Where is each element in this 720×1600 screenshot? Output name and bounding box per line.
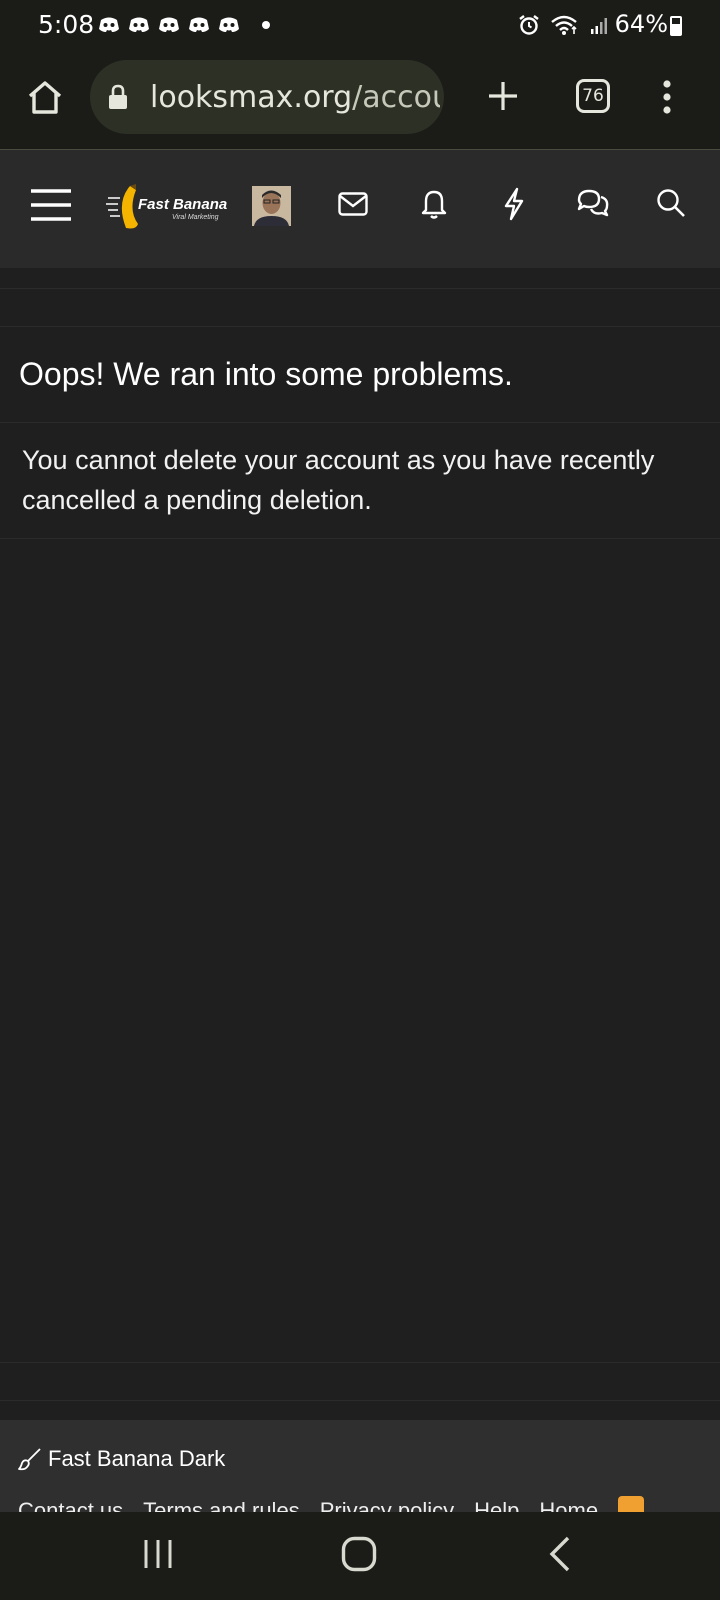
hamburger-menu-icon[interactable] [30, 188, 72, 222]
home-icon[interactable] [26, 79, 64, 115]
recent-apps-icon[interactable] [142, 1538, 174, 1570]
battery-percent: 64% [614, 10, 668, 38]
discord-icon [98, 15, 120, 35]
more-options-icon[interactable] [662, 80, 672, 114]
system-status-icons [518, 14, 610, 36]
footer: Fast Banana Dark Contact us Terms and ru… [0, 1420, 720, 1523]
home-nav-icon[interactable] [341, 1536, 377, 1572]
url-path: /accour [352, 80, 440, 115]
paintbrush-icon [18, 1448, 41, 1471]
site-logo[interactable]: Fast Banana Viral Marketing [106, 184, 230, 232]
tab-switcher-button[interactable]: 76 [576, 79, 610, 113]
wifi-icon [551, 15, 577, 35]
bell-icon[interactable] [420, 188, 448, 220]
discord-icon [188, 15, 210, 35]
discord-icon [218, 15, 240, 35]
avatar[interactable] [252, 186, 291, 226]
logo-name: Fast Banana [138, 196, 228, 213]
discord-icon [158, 15, 180, 35]
divider [0, 288, 720, 289]
browser-toolbar: looksmax.org/accour 76 [0, 52, 720, 150]
url-text[interactable]: looksmax.org/accour [150, 80, 440, 115]
address-bar[interactable]: looksmax.org/accour [90, 60, 444, 134]
discord-icon [128, 15, 150, 35]
back-icon[interactable] [548, 1536, 572, 1572]
alarm-icon [519, 15, 539, 35]
divider [0, 1362, 720, 1363]
url-domain: looksmax.org [150, 80, 353, 115]
battery-icon [670, 16, 682, 36]
status-bar: 5:08 64% [0, 0, 720, 52]
lock-icon[interactable] [108, 84, 128, 110]
logo-tagline: Viral Marketing [172, 214, 219, 221]
divider [0, 1400, 720, 1401]
chat-bubbles-icon[interactable] [576, 188, 610, 218]
search-icon[interactable] [656, 188, 686, 218]
style-chooser-link[interactable]: Fast Banana Dark [18, 1446, 225, 1472]
avatar-photo [252, 186, 291, 226]
error-message: You cannot delete your account as you ha… [22, 445, 655, 515]
notification-icons [98, 15, 240, 35]
divider [0, 326, 720, 327]
lightning-icon[interactable] [503, 187, 525, 221]
signal-icon [591, 18, 607, 34]
new-tab-icon[interactable] [487, 80, 519, 112]
status-time: 5:08 [38, 10, 95, 39]
more-notifications-dot [262, 21, 270, 29]
site-header: Fast Banana Viral Marketing [0, 150, 720, 268]
page-title: Oops! We ran into some problems. [19, 356, 513, 392]
system-nav-bar [0, 1512, 720, 1600]
divider [0, 538, 720, 539]
style-label: Fast Banana Dark [48, 1446, 226, 1471]
mail-icon[interactable] [338, 192, 368, 216]
divider [0, 422, 720, 423]
